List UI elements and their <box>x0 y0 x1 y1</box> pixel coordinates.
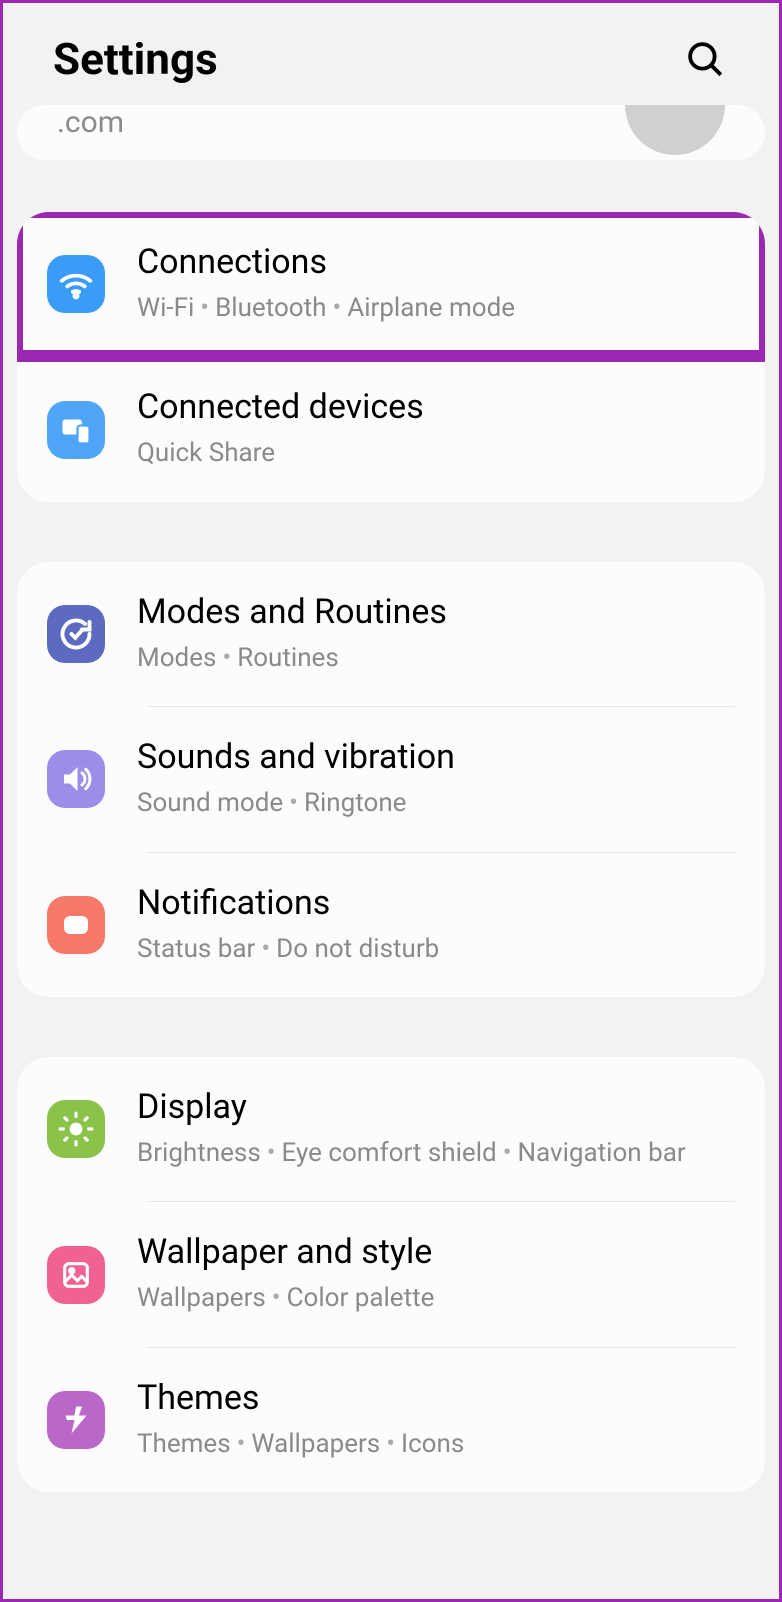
item-title: Wallpaper and style <box>137 1232 735 1272</box>
item-text: Connected devices Quick Share <box>137 387 735 471</box>
settings-item-connected-devices[interactable]: Connected devices Quick Share <box>17 357 765 501</box>
wallpaper-icon <box>47 1246 105 1304</box>
item-text: Wallpaper and style Wallpapers•Color pale… <box>137 1232 735 1316</box>
settings-item-connections[interactable]: Connections Wi-Fi•Bluetooth•Airplane mode <box>17 212 765 362</box>
item-title: Notifications <box>137 883 735 923</box>
item-subtitle: Brightness•Eye comfort shield•Navigation… <box>137 1135 735 1171</box>
item-text: Display Brightness•Eye comfort shield•Nav… <box>137 1087 735 1171</box>
item-subtitle: Themes•Wallpapers•Icons <box>137 1426 735 1462</box>
search-icon <box>684 38 726 80</box>
search-button[interactable] <box>681 35 729 83</box>
settings-group: Display Brightness•Eye comfort shield•Nav… <box>17 1057 765 1492</box>
page-title: Settings <box>53 33 218 85</box>
item-subtitle: Wi-Fi•Bluetooth•Airplane mode <box>137 290 735 326</box>
settings-item-modes-routines[interactable]: Modes and Routines Modes•Routines <box>17 562 765 706</box>
item-text: Notifications Status bar•Do not disturb <box>137 883 735 967</box>
item-title: Themes <box>137 1378 735 1418</box>
item-text: Connections Wi-Fi•Bluetooth•Airplane mode <box>137 242 735 326</box>
settings-item-notifications[interactable]: Notifications Status bar•Do not disturb <box>17 853 765 997</box>
settings-item-wallpaper-style[interactable]: Wallpaper and style Wallpapers•Color pale… <box>17 1202 765 1346</box>
settings-group: Connections Wi-Fi•Bluetooth•Airplane mode… <box>17 212 765 502</box>
item-title: Connected devices <box>137 387 735 427</box>
settings-item-themes[interactable]: Themes Themes•Wallpapers•Icons <box>17 1348 765 1492</box>
notifications-icon <box>47 896 105 954</box>
item-text: Themes Themes•Wallpapers•Icons <box>137 1378 735 1462</box>
item-title: Connections <box>137 242 735 282</box>
item-subtitle: Status bar•Do not disturb <box>137 931 735 967</box>
item-title: Display <box>137 1087 735 1127</box>
themes-icon <box>47 1391 105 1449</box>
item-subtitle: Sound mode•Ringtone <box>137 785 735 821</box>
header: Settings <box>3 3 779 105</box>
settings-group: Modes and Routines Modes•Routines Sounds a… <box>17 562 765 997</box>
item-text: Sounds and vibration Sound mode•Ringtone <box>137 737 735 821</box>
display-icon <box>47 1100 105 1158</box>
sound-icon <box>47 750 105 808</box>
item-subtitle: Modes•Routines <box>137 640 735 676</box>
settings-item-sounds-vibration[interactable]: Sounds and vibration Sound mode•Ringtone <box>17 707 765 851</box>
item-title: Sounds and vibration <box>137 737 735 777</box>
routines-icon <box>47 605 105 663</box>
account-card[interactable]: .com <box>17 105 765 160</box>
item-title: Modes and Routines <box>137 592 735 632</box>
item-text: Modes and Routines Modes•Routines <box>137 592 735 676</box>
wifi-icon <box>47 255 105 313</box>
settings-item-display[interactable]: Display Brightness•Eye comfort shield•Nav… <box>17 1057 765 1201</box>
item-subtitle: Wallpapers•Color palette <box>137 1280 735 1316</box>
avatar <box>625 105 725 155</box>
devices-icon <box>47 401 105 459</box>
item-subtitle: Quick Share <box>137 435 735 471</box>
